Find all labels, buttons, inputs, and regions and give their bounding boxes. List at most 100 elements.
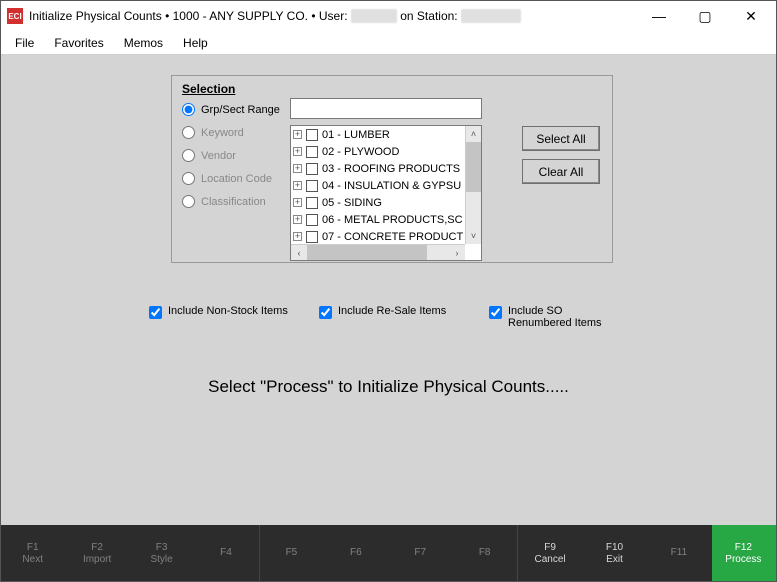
fkey-f10-exit[interactable]: F10Exit bbox=[583, 525, 647, 581]
check-resale[interactable]: Include Re-Sale Items bbox=[319, 305, 489, 329]
fkey-f9-cancel[interactable]: F9Cancel bbox=[517, 525, 582, 581]
close-button[interactable]: ✕ bbox=[728, 1, 774, 31]
fkey-key: F11 bbox=[671, 547, 688, 558]
client-area: Selection Grp/Sect Range Keyword Vendor … bbox=[1, 55, 776, 525]
menu-favorites[interactable]: Favorites bbox=[44, 34, 113, 52]
expand-icon[interactable]: + bbox=[293, 232, 302, 241]
title-station-obscured bbox=[461, 9, 521, 23]
expand-icon[interactable]: + bbox=[293, 130, 302, 139]
expand-icon[interactable]: + bbox=[293, 164, 302, 173]
prompt-text: Select "Process" to Initialize Physical … bbox=[1, 377, 776, 397]
fkey-key: F7 bbox=[414, 547, 426, 558]
scroll-thumb[interactable] bbox=[466, 142, 481, 192]
fkey-key: F12 bbox=[735, 542, 752, 553]
tree-label: 05 - SIDING bbox=[322, 197, 382, 209]
tree-checkbox[interactable] bbox=[306, 197, 318, 209]
radio-grpsect-input[interactable] bbox=[182, 103, 195, 116]
selection-middle-column: +01 - LUMBER +02 - PLYWOOD +03 - ROOFING… bbox=[290, 98, 508, 261]
clear-all-button[interactable]: Clear All bbox=[522, 159, 600, 184]
include-options-row: Include Non-Stock Items Include Re-Sale … bbox=[149, 305, 716, 329]
horizontal-scrollbar[interactable]: ‹ › bbox=[291, 244, 465, 260]
radio-classification-input[interactable] bbox=[182, 195, 195, 208]
tree-checkbox[interactable] bbox=[306, 214, 318, 226]
radio-classification[interactable]: Classification bbox=[182, 195, 290, 208]
check-nonstock-input[interactable] bbox=[149, 306, 162, 319]
fkey-f11[interactable]: F11 bbox=[647, 525, 711, 581]
fkey-f3[interactable]: F3Style bbox=[130, 525, 194, 581]
fkey-key: F3 bbox=[156, 542, 168, 553]
title-user-obscured bbox=[351, 9, 397, 23]
tree-row[interactable]: +02 - PLYWOOD bbox=[291, 143, 465, 160]
expand-icon[interactable]: + bbox=[293, 181, 302, 190]
tree-box[interactable]: +01 - LUMBER +02 - PLYWOOD +03 - ROOFING… bbox=[290, 125, 482, 261]
radio-grpsect[interactable]: Grp/Sect Range bbox=[182, 103, 290, 116]
radio-keyword[interactable]: Keyword bbox=[182, 126, 290, 139]
app-window: ECI Initialize Physical Counts • 1000 - … bbox=[0, 0, 777, 582]
check-so-renumbered-input[interactable] bbox=[489, 306, 502, 319]
window-title: Initialize Physical Counts • 1000 - ANY … bbox=[29, 9, 521, 24]
scroll-thumb[interactable] bbox=[307, 245, 427, 260]
tree-row[interactable]: +07 - CONCRETE PRODUCT bbox=[291, 228, 465, 244]
fkey-f1[interactable]: F1Next bbox=[1, 525, 65, 581]
check-resale-input[interactable] bbox=[319, 306, 332, 319]
radio-keyword-input[interactable] bbox=[182, 126, 195, 139]
selection-title: Selection bbox=[182, 82, 600, 96]
check-so-renumbered[interactable]: Include SO Renumbered Items bbox=[489, 305, 659, 329]
scroll-right-icon[interactable]: › bbox=[449, 245, 465, 260]
tree-row[interactable]: +03 - ROOFING PRODUCTS bbox=[291, 160, 465, 177]
tree-row[interactable]: +06 - METAL PRODUCTS,SC bbox=[291, 211, 465, 228]
fkey-f12-process[interactable]: F12Process bbox=[712, 525, 776, 581]
radio-vendor-input[interactable] bbox=[182, 149, 195, 162]
tree-row[interactable]: +05 - SIDING bbox=[291, 194, 465, 211]
fkey-f8[interactable]: F8 bbox=[453, 525, 517, 581]
tree-checkbox[interactable] bbox=[306, 146, 318, 158]
fkey-label: Import bbox=[83, 554, 111, 565]
title-main: Initialize Physical Counts bbox=[29, 9, 162, 23]
title-company: 1000 - ANY SUPPLY CO. bbox=[173, 9, 308, 23]
radio-location-input[interactable] bbox=[182, 172, 195, 185]
radio-location[interactable]: Location Code bbox=[182, 172, 290, 185]
menu-file[interactable]: File bbox=[5, 34, 44, 52]
maximize-button[interactable]: ▢ bbox=[682, 1, 728, 31]
tree-checkbox[interactable] bbox=[306, 129, 318, 141]
title-sep1: • bbox=[162, 9, 173, 23]
scroll-up-icon[interactable]: ˄ bbox=[466, 126, 481, 142]
radio-vendor[interactable]: Vendor bbox=[182, 149, 290, 162]
tree-label: 07 - CONCRETE PRODUCT bbox=[322, 231, 463, 243]
expand-icon[interactable]: + bbox=[293, 147, 302, 156]
menu-help[interactable]: Help bbox=[173, 34, 218, 52]
tree-row[interactable]: +04 - INSULATION & GYPSU bbox=[291, 177, 465, 194]
menubar: File Favorites Memos Help bbox=[1, 31, 776, 55]
tree-label: 01 - LUMBER bbox=[322, 129, 390, 141]
check-nonstock[interactable]: Include Non-Stock Items bbox=[149, 305, 319, 329]
tree-row[interactable]: +01 - LUMBER bbox=[291, 126, 465, 143]
fkey-key: F2 bbox=[91, 542, 103, 553]
search-input[interactable] bbox=[290, 98, 482, 119]
titlebar: ECI Initialize Physical Counts • 1000 - … bbox=[1, 1, 776, 31]
tree-checkbox[interactable] bbox=[306, 180, 318, 192]
tree-checkbox[interactable] bbox=[306, 231, 318, 243]
scroll-left-icon[interactable]: ‹ bbox=[291, 245, 307, 260]
fkey-f7[interactable]: F7 bbox=[389, 525, 453, 581]
fkey-label: Cancel bbox=[535, 554, 566, 565]
tree-label: 06 - METAL PRODUCTS,SC bbox=[322, 214, 463, 226]
radio-location-label: Location Code bbox=[201, 173, 272, 185]
fkey-key: F5 bbox=[286, 547, 298, 558]
expand-icon[interactable]: + bbox=[293, 198, 302, 207]
scroll-down-icon[interactable]: ˅ bbox=[466, 228, 481, 244]
fkey-f4[interactable]: F4 bbox=[194, 525, 258, 581]
expand-icon[interactable]: + bbox=[293, 215, 302, 224]
fkey-f5[interactable]: F5 bbox=[259, 525, 324, 581]
minimize-button[interactable]: — bbox=[636, 1, 682, 31]
menu-memos[interactable]: Memos bbox=[114, 34, 173, 52]
tree-label: 03 - ROOFING PRODUCTS bbox=[322, 163, 460, 175]
function-key-bar: F1Next F2Import F3Style F4 F5 F6 F7 F8 F… bbox=[1, 525, 776, 581]
fkey-label: Next bbox=[22, 554, 43, 565]
tree-checkbox[interactable] bbox=[306, 163, 318, 175]
select-all-button[interactable]: Select All bbox=[522, 126, 600, 151]
tree-label: 02 - PLYWOOD bbox=[322, 146, 399, 158]
radio-grpsect-label: Grp/Sect Range bbox=[201, 104, 280, 116]
vertical-scrollbar[interactable]: ˄ ˅ bbox=[465, 126, 481, 244]
fkey-f6[interactable]: F6 bbox=[324, 525, 388, 581]
fkey-f2[interactable]: F2Import bbox=[65, 525, 129, 581]
